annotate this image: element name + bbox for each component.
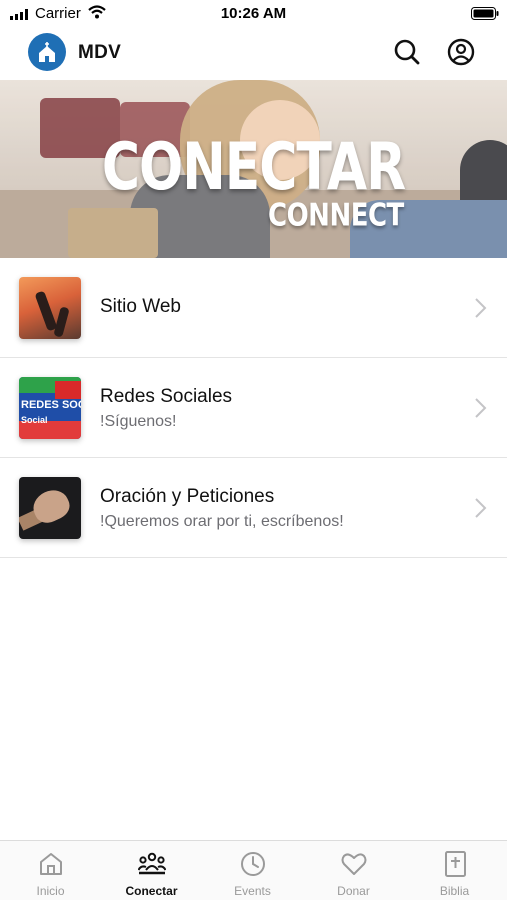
- tab-label: Biblia: [439, 884, 470, 898]
- worship-hands-image: [19, 277, 81, 339]
- tab-label: Inicio: [36, 884, 65, 898]
- tab-label: Events: [234, 884, 271, 898]
- clock-icon: [241, 852, 265, 876]
- bible-icon: [445, 851, 466, 877]
- tab-donar[interactable]: Donar: [303, 841, 404, 900]
- church-logo[interactable]: [28, 33, 66, 71]
- tab-events[interactable]: Events: [202, 841, 303, 900]
- home-icon: [40, 853, 62, 875]
- chevron-right-icon: [475, 498, 487, 518]
- app-title: MDV: [78, 42, 122, 63]
- list-item-redes-sociales[interactable]: REDES SOCIALE Social Redes Sociales !Síg…: [0, 358, 507, 458]
- tab-bar: Inicio Conectar Events Donar Biblia: [0, 840, 507, 900]
- search-icon: [394, 39, 420, 65]
- account-icon: [447, 38, 475, 66]
- hero-title: CONECTAR: [101, 130, 406, 205]
- chevron-right-icon: [475, 298, 487, 318]
- account-button[interactable]: [446, 37, 476, 67]
- list-item-sitio-web[interactable]: Sitio Web: [0, 258, 507, 358]
- social-media-collage-image: REDES SOCIALE Social: [19, 377, 81, 439]
- list-item-title: Redes Sociales: [100, 386, 233, 407]
- tab-label: Donar: [337, 884, 370, 898]
- list-item-oracion-peticiones[interactable]: Oración y Peticiones !Queremos orar por …: [0, 458, 507, 558]
- app-header: MDV: [0, 28, 507, 80]
- people-icon: [138, 852, 166, 875]
- connect-list: Sitio Web REDES SOCIALE Social Redes Soc…: [0, 258, 507, 558]
- list-item-title: Oración y Peticiones: [100, 486, 275, 507]
- tab-conectar[interactable]: Conectar: [101, 841, 202, 900]
- hero-subtitle: CONNECT: [268, 198, 404, 234]
- list-item-subtitle: !Queremos orar por ti, escríbenos!: [100, 513, 344, 530]
- status-bar: Carrier 10:26 AM: [0, 0, 507, 28]
- list-item-title: Sitio Web: [100, 296, 181, 317]
- search-button[interactable]: [392, 37, 422, 67]
- tab-biblia[interactable]: Biblia: [404, 841, 505, 900]
- tab-label: Conectar: [125, 884, 178, 898]
- church-icon: [39, 42, 55, 62]
- battery-icon: [471, 7, 499, 20]
- status-time: 10:26 AM: [220, 5, 287, 22]
- praying-hand-image: [19, 477, 81, 539]
- list-item-subtitle: !Síguenos!: [100, 413, 177, 430]
- chevron-right-icon: [475, 398, 487, 418]
- heart-icon: [341, 853, 367, 875]
- hero-banner: CONECTAR CONNECT: [0, 80, 507, 258]
- tab-inicio[interactable]: Inicio: [0, 841, 101, 900]
